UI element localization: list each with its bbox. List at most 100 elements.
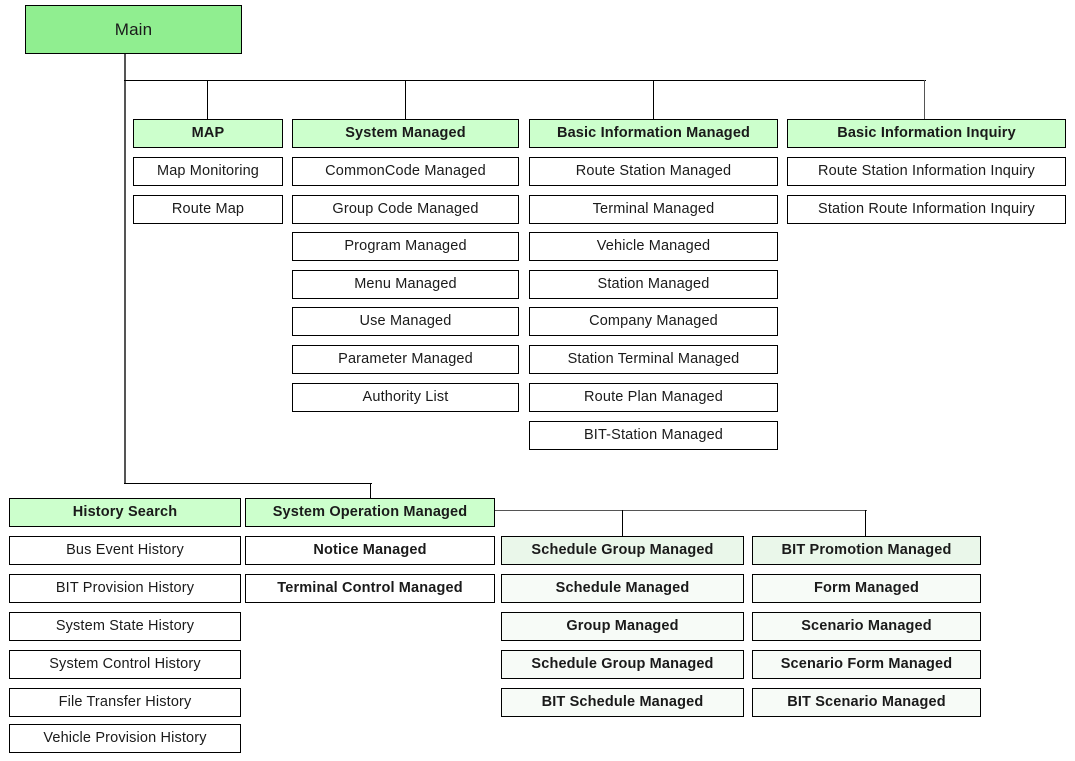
node-menu-managed[interactable]: Menu Managed: [292, 270, 519, 299]
node-station-route-information-inquiry-label: Station Route Information Inquiry: [818, 200, 1035, 217]
node-bit-scenario-managed[interactable]: BIT Scenario Managed: [752, 688, 981, 717]
group-header-history-search[interactable]: History Search: [9, 498, 241, 527]
node-system-state-history[interactable]: System State History: [9, 612, 241, 641]
node-menu-managed-label: Menu Managed: [354, 275, 457, 292]
group-header-map[interactable]: MAP: [133, 119, 283, 148]
group-header-basic-information-managed-label: Basic Information Managed: [556, 124, 751, 141]
node-station-terminal-managed-label: Station Terminal Managed: [567, 350, 740, 367]
node-notice-managed-label: Notice Managed: [313, 541, 427, 558]
connector-drop-basic-information-inquiry: [924, 80, 926, 119]
group-header-system-managed-label: System Managed: [345, 124, 466, 141]
group-header-basic-information-inquiry-label: Basic Information Inquiry: [837, 124, 1016, 141]
node-route-station-managed[interactable]: Route Station Managed: [529, 157, 778, 186]
group-header-system-operation-managed[interactable]: System Operation Managed: [245, 498, 495, 527]
node-bit-schedule-managed[interactable]: BIT Schedule Managed: [501, 688, 744, 717]
node-terminal-managed-label: Terminal Managed: [592, 200, 715, 217]
node-authority-list[interactable]: Authority List: [292, 383, 519, 412]
node-bit-provision-history-label: BIT Provision History: [55, 579, 195, 596]
node-file-transfer-history[interactable]: File Transfer History: [9, 688, 241, 717]
node-group-managed[interactable]: Group Managed: [501, 612, 744, 641]
node-route-station-managed-label: Route Station Managed: [575, 162, 732, 179]
node-scenario-managed-label: Scenario Managed: [801, 617, 932, 634]
node-vehicle-managed[interactable]: Vehicle Managed: [529, 232, 778, 261]
node-schedule-group-managed-sub[interactable]: Schedule Group Managed: [501, 650, 744, 679]
group-header-schedule-group-managed-label: Schedule Group Managed: [531, 541, 714, 558]
node-route-map-label: Route Map: [171, 200, 245, 217]
node-program-managed-label: Program Managed: [344, 237, 467, 254]
node-vehicle-managed-label: Vehicle Managed: [596, 237, 711, 254]
node-station-route-information-inquiry[interactable]: Station Route Information Inquiry: [787, 195, 1066, 224]
node-use-managed-label: Use Managed: [359, 312, 452, 329]
node-system-state-history-label: System State History: [55, 617, 195, 634]
node-route-plan-managed-label: Route Plan Managed: [584, 388, 723, 405]
group-header-schedule-group-managed[interactable]: Schedule Group Managed: [501, 536, 744, 565]
connector-top-bus: [124, 80, 926, 82]
node-map-monitoring[interactable]: Map Monitoring: [133, 157, 283, 186]
node-form-managed-label: Form Managed: [814, 579, 919, 596]
node-terminal-control-managed[interactable]: Terminal Control Managed: [245, 574, 495, 603]
connector-drop-bit-promotion-managed: [865, 510, 867, 536]
node-route-station-information-inquiry-label: Route Station Information Inquiry: [818, 162, 1035, 179]
node-route-plan-managed[interactable]: Route Plan Managed: [529, 383, 778, 412]
node-terminal-managed[interactable]: Terminal Managed: [529, 195, 778, 224]
node-scenario-form-managed[interactable]: Scenario Form Managed: [752, 650, 981, 679]
node-schedule-managed[interactable]: Schedule Managed: [501, 574, 744, 603]
node-vehicle-provision-history-label: Vehicle Provision History: [43, 729, 207, 746]
node-bus-event-history-label: Bus Event History: [66, 541, 184, 558]
connector-drop-basic-information-managed: [653, 80, 655, 119]
node-station-managed[interactable]: Station Managed: [529, 270, 778, 299]
node-schedule-managed-label: Schedule Managed: [555, 579, 690, 596]
node-system-control-history-label: System Control History: [49, 655, 201, 672]
group-header-system-operation-managed-label: System Operation Managed: [272, 503, 468, 520]
node-group-managed-label: Group Managed: [566, 617, 679, 634]
node-map-monitoring-label: Map Monitoring: [156, 162, 260, 179]
node-group-code-managed-label: Group Code Managed: [332, 200, 479, 217]
node-group-code-managed[interactable]: Group Code Managed: [292, 195, 519, 224]
node-company-managed-label: Company Managed: [589, 312, 718, 329]
node-use-managed[interactable]: Use Managed: [292, 307, 519, 336]
node-main-label: Main: [114, 19, 153, 39]
node-scenario-form-managed-label: Scenario Form Managed: [780, 655, 953, 672]
group-header-basic-information-managed[interactable]: Basic Information Managed: [529, 119, 778, 148]
node-station-managed-label: Station Managed: [597, 275, 710, 292]
node-notice-managed[interactable]: Notice Managed: [245, 536, 495, 565]
node-terminal-control-managed-label: Terminal Control Managed: [277, 579, 463, 596]
node-bus-event-history[interactable]: Bus Event History: [9, 536, 241, 565]
connector-operation-side-bus: [495, 510, 867, 512]
node-company-managed[interactable]: Company Managed: [529, 307, 778, 336]
node-bit-station-managed-label: BIT-Station Managed: [583, 426, 724, 443]
group-header-system-managed[interactable]: System Managed: [292, 119, 519, 148]
group-header-bit-promotion-managed-label: BIT Promotion Managed: [781, 541, 952, 558]
node-bit-station-managed[interactable]: BIT-Station Managed: [529, 421, 778, 450]
node-commoncode-managed[interactable]: CommonCode Managed: [292, 157, 519, 186]
connector-drop-system-operation-managed: [370, 483, 372, 498]
node-route-map[interactable]: Route Map: [133, 195, 283, 224]
node-bit-schedule-managed-label: BIT Schedule Managed: [541, 693, 704, 710]
node-schedule-group-managed-sub-label: Schedule Group Managed: [531, 655, 714, 672]
connector-drop-schedule-group-managed: [622, 510, 624, 536]
node-scenario-managed[interactable]: Scenario Managed: [752, 612, 981, 641]
node-parameter-managed-label: Parameter Managed: [338, 350, 473, 367]
group-header-map-label: MAP: [191, 124, 225, 141]
connector-root-trunk: [124, 54, 126, 484]
node-main[interactable]: Main: [25, 5, 242, 54]
group-header-bit-promotion-managed[interactable]: BIT Promotion Managed: [752, 536, 981, 565]
connector-bottom-bus: [124, 483, 372, 485]
group-header-history-search-label: History Search: [72, 503, 178, 520]
node-program-managed[interactable]: Program Managed: [292, 232, 519, 261]
node-form-managed[interactable]: Form Managed: [752, 574, 981, 603]
node-authority-list-label: Authority List: [362, 388, 449, 405]
org-chart-canvas: Main MAP Map Monitoring Route Map System…: [0, 0, 1075, 761]
connector-drop-map: [207, 80, 209, 119]
node-station-terminal-managed[interactable]: Station Terminal Managed: [529, 345, 778, 374]
group-header-basic-information-inquiry[interactable]: Basic Information Inquiry: [787, 119, 1066, 148]
node-vehicle-provision-history[interactable]: Vehicle Provision History: [9, 724, 241, 753]
node-parameter-managed[interactable]: Parameter Managed: [292, 345, 519, 374]
node-bit-provision-history[interactable]: BIT Provision History: [9, 574, 241, 603]
connector-drop-system-managed: [405, 80, 407, 119]
node-route-station-information-inquiry[interactable]: Route Station Information Inquiry: [787, 157, 1066, 186]
node-system-control-history[interactable]: System Control History: [9, 650, 241, 679]
node-commoncode-managed-label: CommonCode Managed: [325, 162, 486, 179]
node-bit-scenario-managed-label: BIT Scenario Managed: [787, 693, 946, 710]
node-file-transfer-history-label: File Transfer History: [58, 693, 192, 710]
